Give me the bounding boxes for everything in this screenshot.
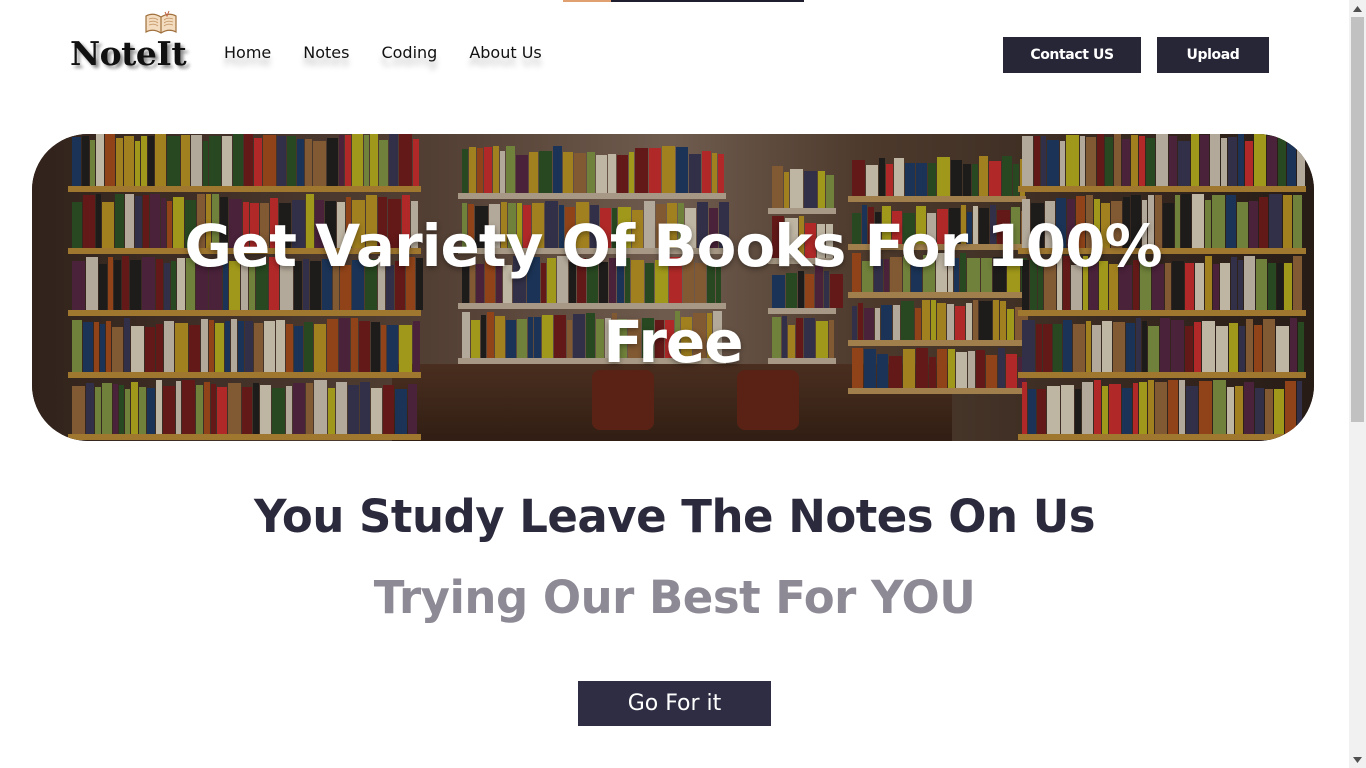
open-book-icon xyxy=(145,10,177,34)
site-logo[interactable]: NoteIt xyxy=(64,4,192,76)
hero-title-line-2: Free xyxy=(603,308,743,376)
page: NoteIt Home Notes Coding About Us Contac… xyxy=(0,0,1366,768)
go-for-it-button[interactable]: Go For it xyxy=(578,681,771,726)
vertical-scrollbar[interactable] xyxy=(1349,0,1366,768)
logo-text: NoteIt xyxy=(70,34,187,73)
hero-banner: Get Variety Of Books For 100% Free xyxy=(32,134,1314,441)
nav-notes[interactable]: Notes xyxy=(303,43,349,62)
hero-title: Get Variety Of Books For 100% Free xyxy=(32,198,1314,390)
scrollbar-thumb[interactable] xyxy=(1351,17,1364,422)
contact-us-button[interactable]: Contact US xyxy=(1003,37,1141,73)
nav-coding[interactable]: Coding xyxy=(381,43,437,62)
main-nav: Home Notes Coding About Us xyxy=(224,43,574,62)
hero-title-line-1: Get Variety Of Books For 100% xyxy=(184,212,1162,280)
main-heading: You Study Leave The Notes On Us xyxy=(253,490,1096,543)
upload-button[interactable]: Upload xyxy=(1157,37,1269,73)
nav-about-us[interactable]: About Us xyxy=(469,43,541,62)
nav-home[interactable]: Home xyxy=(224,43,271,62)
main-subheading: Trying Our Best For YOU xyxy=(373,571,976,624)
site-header: NoteIt Home Notes Coding About Us Contac… xyxy=(0,0,1349,110)
scroll-up-arrow-icon[interactable] xyxy=(1349,0,1366,17)
scroll-down-arrow-icon[interactable] xyxy=(1349,751,1366,768)
